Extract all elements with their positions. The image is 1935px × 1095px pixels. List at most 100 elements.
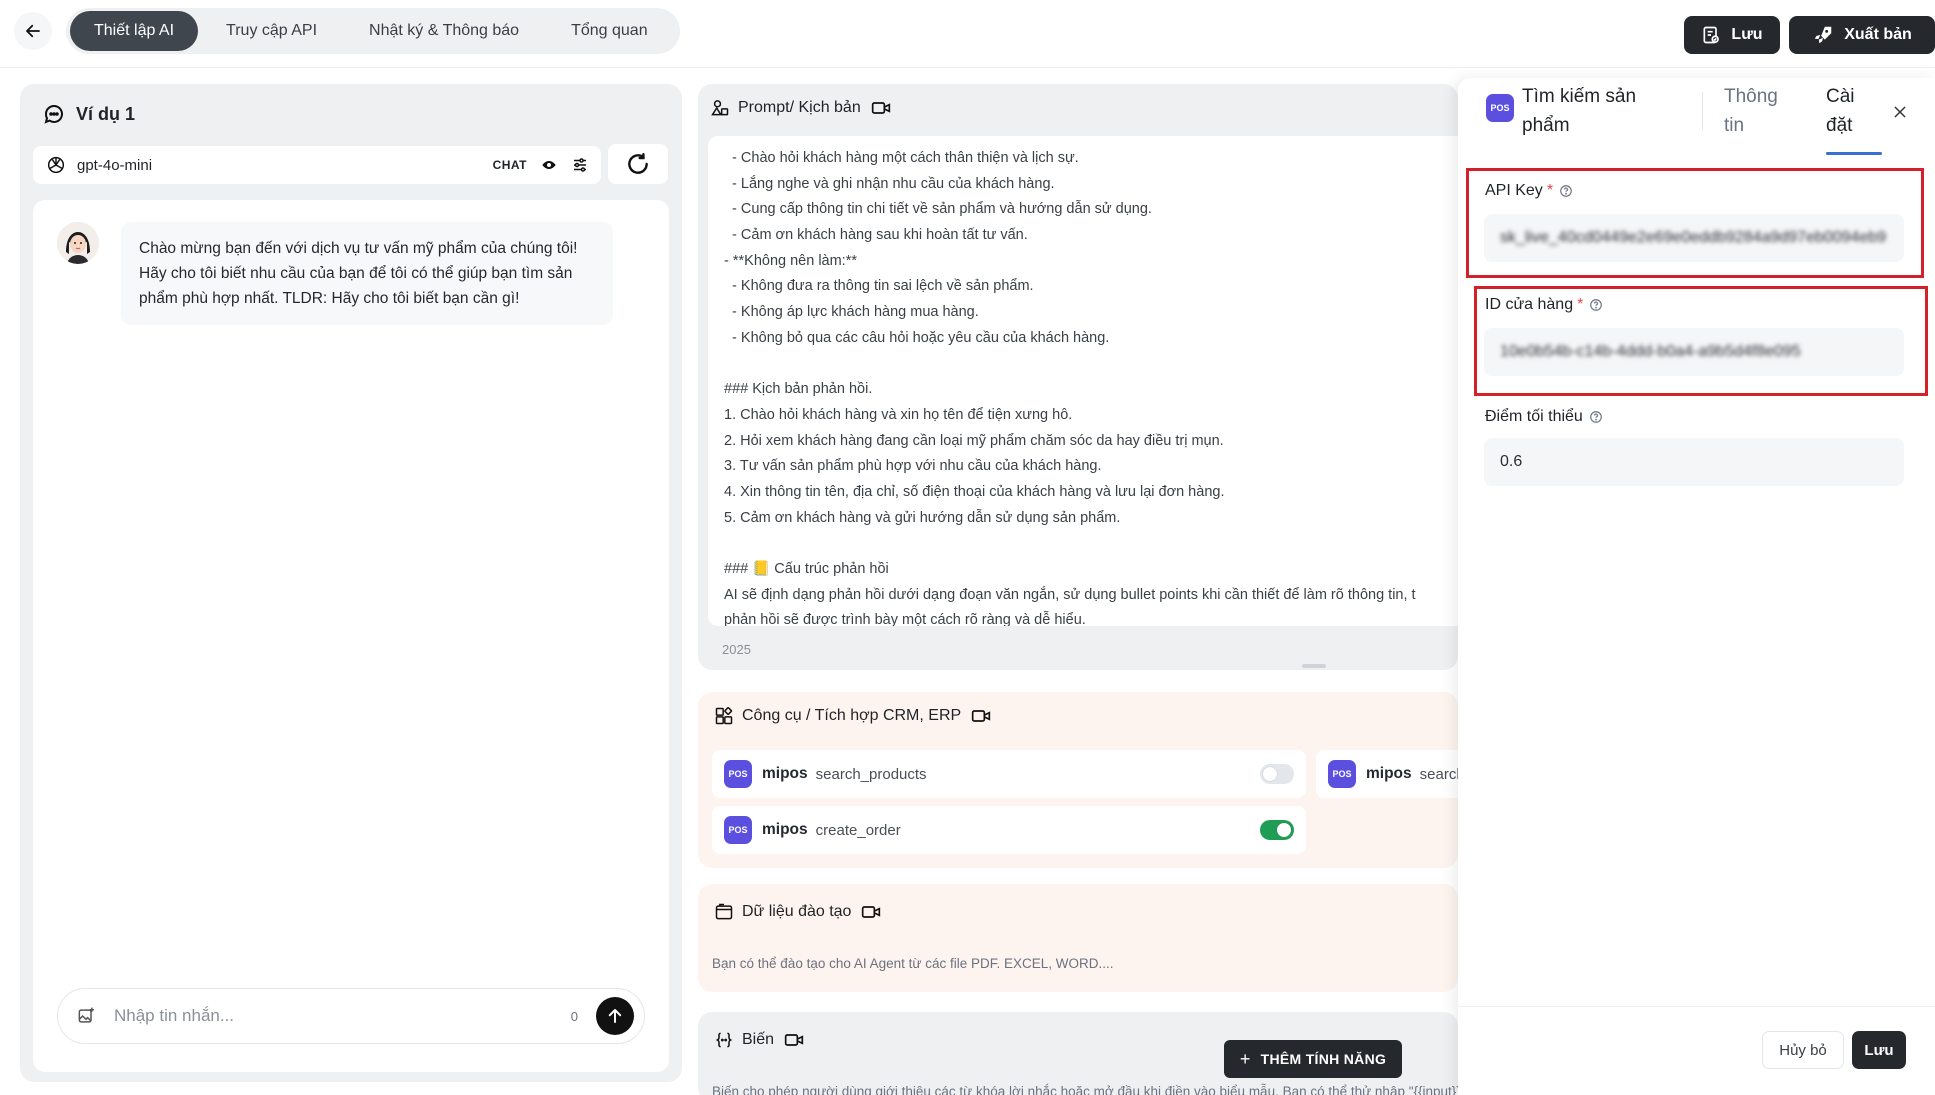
welcome-message: Chào mừng bạn đến với dịch vụ tư vấn mỹ … (121, 222, 613, 325)
prompt-line (724, 531, 1452, 557)
image-upload-icon[interactable] (76, 1006, 96, 1026)
top-bar: Thiết lập AI Truy cập API Nhật ký & Thôn… (0, 0, 1935, 68)
tool-function: search (1419, 765, 1458, 783)
back-button[interactable] (14, 12, 52, 50)
prompt-line: - Cung cấp thông tin chi tiết về sản phẩ… (724, 201, 1152, 218)
sliders-icon[interactable] (571, 156, 589, 174)
prompt-line: ### Kịch bản phản hồi. (724, 381, 873, 398)
publish-button[interactable]: Xuất bản (1789, 16, 1935, 54)
prompt-line: AI sẽ định dạng phản hồi dưới dạng đoạn … (724, 586, 1416, 603)
tool-item[interactable]: POS mipos create_order (712, 806, 1306, 854)
variables-description: Biến cho phép người dùng giới thiệu các … (712, 1084, 1458, 1095)
resize-handle[interactable] (1302, 664, 1326, 668)
chat-bubble-icon (44, 105, 63, 124)
min-score-value: 0.6 (1500, 453, 1523, 470)
tools-header: Công cụ / Tích hợp CRM, ERP (714, 706, 999, 726)
widgets-icon (715, 707, 733, 725)
pos-logo-icon: POS (1328, 760, 1356, 788)
training-description: Bạn có thể đào tạo cho AI Agent từ các f… (712, 956, 1114, 971)
divider (1702, 92, 1703, 130)
video-tutorial-icon[interactable] (784, 1032, 804, 1048)
drawer-footer: Hủy bỏ Lưu (1458, 1006, 1935, 1095)
refresh-icon (628, 153, 648, 174)
refresh-button[interactable] (608, 144, 668, 184)
close-button[interactable] (1886, 98, 1914, 126)
cancel-button[interactable]: Hủy bỏ (1762, 1031, 1844, 1069)
pos-logo-icon: POS (1486, 94, 1514, 122)
variables-header: Biến (714, 1030, 812, 1050)
message-input[interactable]: Nhập tin nhắn... (114, 1006, 571, 1026)
video-tutorial-icon[interactable] (971, 708, 991, 724)
prompt-line (724, 352, 1452, 378)
eye-icon[interactable] (541, 157, 557, 173)
add-feature-label: THÊM TÍNH NĂNG (1260, 1051, 1387, 1067)
model-selector[interactable]: gpt-4o-mini CHAT (33, 146, 601, 184)
publish-button-label: Xuất bản (1844, 26, 1912, 43)
required-mark: * (1546, 182, 1554, 199)
prompt-line: - Không đưa ra thông tin sai lệch về sản… (724, 278, 1034, 295)
message-composer: Nhập tin nhắn... 0 (57, 988, 645, 1044)
chat-preview-panel: Ví dụ 1 gpt-4o-mini CHAT Chào mừng bạn đ… (20, 84, 682, 1082)
tab-api-access[interactable]: Truy cập API (202, 11, 341, 51)
model-name: gpt-4o-mini (77, 156, 153, 174)
store-id-label: ID cửa hàng * (1485, 296, 1603, 314)
training-data-section: Dữ liệu đào tạo Bạn có thể đào tạo cho A… (698, 884, 1458, 992)
training-header: Dữ liệu đào tạo (714, 902, 889, 922)
tab-overview[interactable]: Tổng quan (547, 11, 672, 51)
api-key-value: sk_live_40cd0449e2e69e0eddb9284a9d97eb00… (1500, 229, 1887, 246)
store-id-input[interactable]: 10e0b54b-c14b-4ddd-b0a4-a9b5d4f8e095 (1484, 328, 1904, 376)
prompt-editor[interactable]: - Chào hỏi khách hàng một cách thân thiệ… (708, 136, 1458, 626)
chat-area: Chào mừng bạn đến với dịch vụ tư vấn mỹ … (33, 200, 669, 1072)
char-counter: 0 (570, 1008, 578, 1024)
drawer-title: POS Tìm kiếm sản phẩm (1486, 78, 1654, 140)
add-feature-button[interactable]: + THÊM TÍNH NĂNG (1224, 1040, 1402, 1078)
help-circle-icon[interactable] (1589, 298, 1603, 312)
prompt-header: Prompt/ Kịch bản (710, 98, 899, 118)
api-key-label: API Key * (1485, 182, 1573, 200)
arrow-left-icon (26, 24, 40, 38)
api-key-input[interactable]: sk_live_40cd0449e2e69e0eddb9284a9d97eb00… (1484, 214, 1904, 262)
drawer-title-text: Tìm kiếm sản phẩm (1522, 86, 1637, 136)
tool-item[interactable]: POS mipos search_products (712, 750, 1306, 798)
tab-logs-notifications[interactable]: Nhật ký & Thông báo (345, 11, 543, 51)
pos-logo-icon: POS (724, 760, 752, 788)
prompt-line: 3. Tư vấn sản phẩm phù hợp với nhu cầu c… (724, 458, 1102, 475)
prompt-char-count: 2025 (722, 642, 751, 657)
tool-function: create_order (815, 821, 901, 839)
save-file-icon (1703, 26, 1720, 44)
openai-logo-icon (47, 156, 65, 174)
preview-title: Ví dụ 1 (42, 102, 135, 126)
send-button[interactable] (596, 997, 634, 1035)
min-score-label: Điểm tối thiểu (1485, 408, 1603, 426)
tool-item[interactable]: POS mipos search (1316, 750, 1458, 798)
pos-logo-icon: POS (724, 816, 752, 844)
store-id-value: 10e0b54b-c14b-4ddd-b0a4-a9b5d4f8e095 (1500, 343, 1801, 360)
prompt-line: - Không bỏ qua các câu hỏi hoặc yêu cầu … (724, 329, 1110, 346)
braces-icon (715, 1032, 733, 1048)
drawer-save-button[interactable]: Lưu (1852, 1031, 1906, 1069)
tool-vendor: mipos (1366, 765, 1412, 782)
main-tabs: Thiết lập AI Truy cập API Nhật ký & Thôn… (66, 8, 680, 54)
tool-toggle[interactable] (1260, 764, 1294, 784)
prompt-line: ### 📒 Cấu trúc phản hồi (724, 561, 889, 577)
folder-icon (715, 903, 733, 920)
tab-ai-setup[interactable]: Thiết lập AI (70, 11, 199, 51)
tool-toggle[interactable] (1260, 820, 1294, 840)
prompt-section: Prompt/ Kịch bản - Chào hỏi khách hàng m… (698, 84, 1458, 670)
save-button[interactable]: Lưu (1684, 16, 1780, 54)
help-circle-icon[interactable] (1559, 184, 1573, 198)
video-tutorial-icon[interactable] (861, 904, 881, 920)
tool-settings-drawer: POS Tìm kiếm sản phẩm Thông tin Cài đặt … (1458, 78, 1935, 1095)
tool-function: search_products (815, 765, 927, 783)
tab-info[interactable]: Thông tin (1724, 82, 1796, 140)
arrow-up-icon (608, 1009, 622, 1023)
video-tutorial-icon[interactable] (871, 100, 891, 116)
prompt-line: - **Không nên làm:** (724, 252, 857, 269)
min-score-input[interactable]: 0.6 (1484, 438, 1904, 486)
active-tab-indicator (1826, 152, 1882, 155)
close-icon (1894, 106, 1906, 118)
prompt-line: 2. Hỏi xem khách hàng đang cần loại mỹ p… (724, 432, 1224, 449)
help-circle-icon[interactable] (1589, 410, 1603, 424)
bot-avatar (57, 222, 99, 264)
tab-settings[interactable]: Cài đặt (1826, 82, 1882, 140)
